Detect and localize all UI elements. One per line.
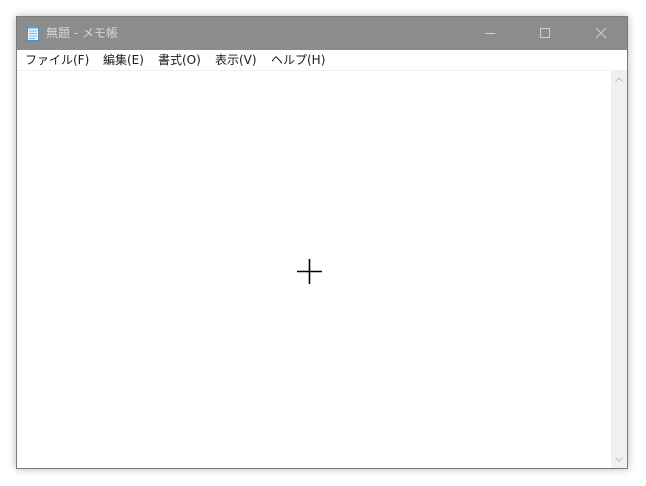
chevron-up-icon xyxy=(615,77,623,82)
notepad-window-frame: 無題 - メモ帳 ファイル(F) 編集(E) 書式(O) 表示(V) ヘルプ(H… xyxy=(16,16,628,469)
menu-view[interactable]: 表示(V) xyxy=(215,52,257,68)
window-title: 無題 - メモ帳 xyxy=(46,26,118,40)
menu-edit[interactable]: 編集(E) xyxy=(103,52,144,68)
vertical-scrollbar[interactable] xyxy=(611,71,627,468)
scroll-down-button[interactable] xyxy=(611,451,627,468)
title-bar[interactable]: 無題 - メモ帳 xyxy=(17,17,627,50)
text-editor-area[interactable] xyxy=(17,71,611,468)
menu-bar: ファイル(F) 編集(E) 書式(O) 表示(V) ヘルプ(H) xyxy=(17,50,627,71)
chevron-down-icon xyxy=(615,457,623,462)
notepad-icon[interactable] xyxy=(27,26,39,41)
maximize-button[interactable] xyxy=(522,17,568,50)
notepad-window: 無題 - メモ帳 ファイル(F) 編集(E) 書式(O) 表示(V) ヘルプ(H… xyxy=(16,16,628,469)
menu-file[interactable]: ファイル(F) xyxy=(25,52,89,68)
close-icon xyxy=(596,28,607,39)
menu-format[interactable]: 書式(O) xyxy=(158,52,201,68)
close-button[interactable] xyxy=(578,17,624,50)
crosshair-cursor-icon xyxy=(297,259,322,284)
minimize-button[interactable] xyxy=(467,17,513,50)
scroll-up-button[interactable] xyxy=(611,71,627,88)
minimize-icon xyxy=(485,33,495,34)
menu-help[interactable]: ヘルプ(H) xyxy=(271,52,325,68)
maximize-icon xyxy=(540,28,550,38)
